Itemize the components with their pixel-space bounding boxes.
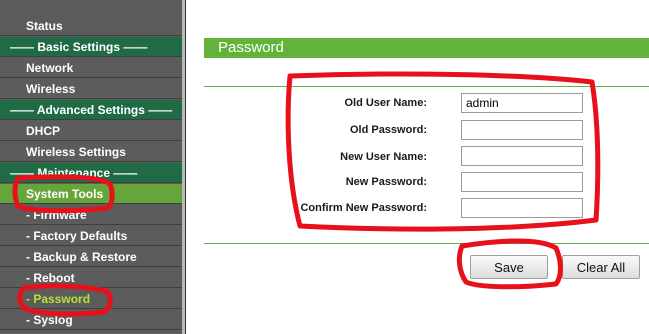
new-password-field[interactable] (461, 172, 583, 192)
sidebar-item-wireless[interactable]: Wireless (0, 79, 182, 99)
save-button[interactable]: Save (470, 255, 548, 279)
old-password-field[interactable] (461, 120, 583, 140)
new-user-name-label: New User Name: (340, 151, 427, 163)
confirm-password-field[interactable] (461, 198, 583, 218)
clear-all-button[interactable]: Clear All (562, 255, 640, 279)
sidebar-section-advanced-settings: —— Advanced Settings —— (0, 100, 182, 120)
sidebar-item-password[interactable]: - Password (0, 289, 182, 309)
sidebar-section-basic-settings: —— Basic Settings —— (0, 37, 182, 57)
old-user-name-field[interactable] (461, 93, 583, 113)
new-user-name-field[interactable] (461, 146, 583, 166)
sidebar-item-network[interactable]: Network (0, 58, 182, 78)
sidebar-item-system-tools[interactable]: System Tools (0, 184, 182, 204)
old-user-name-label: Old User Name: (344, 97, 427, 109)
confirm-password-label: Confirm New Password: (300, 202, 427, 214)
sidebar-item-backup-restore[interactable]: - Backup & Restore (0, 247, 182, 267)
sidebar-item-factory-defaults[interactable]: - Factory Defaults (0, 226, 182, 246)
sidebar-item-status[interactable]: Status (0, 16, 182, 36)
sidebar-edge (182, 0, 185, 334)
sidebar-item-wireless-settings[interactable]: Wireless Settings (0, 142, 182, 162)
sidebar-item-dhcp[interactable]: DHCP (0, 121, 182, 141)
page-title: Password (204, 38, 649, 58)
bottom-divider (204, 243, 649, 244)
sidebar-item-syslog[interactable]: - Syslog (0, 310, 182, 330)
sidebar-item-reboot[interactable]: - Reboot (0, 268, 182, 288)
new-password-label: New Password: (345, 176, 427, 188)
sidebar-item-firmware[interactable]: - Firmware (0, 205, 182, 225)
top-divider (204, 86, 649, 87)
old-password-label: Old Password: (349, 124, 427, 136)
sidebar-section-maintenance: —— Maintenance —— (0, 163, 182, 183)
sidebar: Status —— Basic Settings —— Network Wire… (0, 0, 186, 334)
